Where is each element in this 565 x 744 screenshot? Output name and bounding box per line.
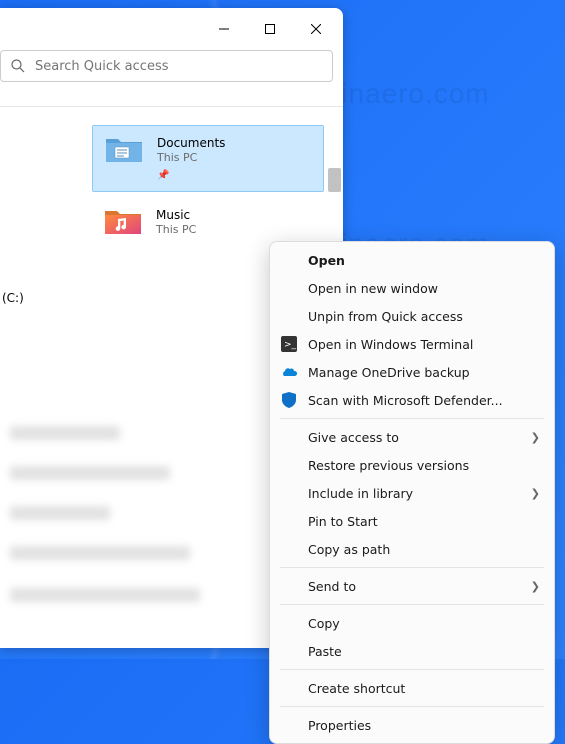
menu-pin-start[interactable]: Pin to Start xyxy=(270,507,554,535)
watermark-text: winaero.com xyxy=(320,78,490,110)
menu-copy[interactable]: Copy xyxy=(270,609,554,637)
menu-include-library[interactable]: Include in library ❯ xyxy=(270,479,554,507)
chevron-right-icon: ❯ xyxy=(531,487,540,500)
maximize-icon xyxy=(265,24,275,34)
pin-icon: 📌 xyxy=(157,169,169,183)
folder-name: Music xyxy=(156,207,196,223)
menu-unpin-quick-access[interactable]: Unpin from Quick access xyxy=(270,302,554,330)
menu-send-to[interactable]: Send to ❯ xyxy=(270,572,554,600)
blurred-item xyxy=(10,546,190,560)
menu-copy-path[interactable]: Copy as path xyxy=(270,535,554,563)
minimize-icon xyxy=(219,24,229,34)
music-folder-icon xyxy=(104,206,142,236)
menu-open[interactable]: Open xyxy=(270,246,554,274)
blurred-item xyxy=(10,506,110,520)
menu-restore-versions[interactable]: Restore previous versions xyxy=(270,451,554,479)
menu-create-shortcut[interactable]: Create shortcut xyxy=(270,674,554,702)
folder-location: This PC xyxy=(157,151,225,166)
menu-open-new-window[interactable]: Open in new window xyxy=(270,274,554,302)
svg-text:>_: >_ xyxy=(284,340,297,350)
scrollbar-thumb[interactable] xyxy=(328,168,341,192)
folder-location: This PC xyxy=(156,223,196,238)
search-input[interactable] xyxy=(35,59,322,74)
search-box[interactable] xyxy=(0,50,333,82)
chevron-right-icon: ❯ xyxy=(531,580,540,593)
chevron-right-icon: ❯ xyxy=(531,431,540,444)
blurred-item xyxy=(10,466,170,480)
menu-onedrive-backup[interactable]: Manage OneDrive backup xyxy=(270,358,554,386)
folder-item-documents[interactable]: Documents This PC 📌 xyxy=(92,125,324,192)
close-icon xyxy=(311,24,321,34)
menu-scan-defender[interactable]: Scan with Microsoft Defender... xyxy=(270,386,554,414)
drive-label: (C:) xyxy=(0,291,24,305)
menu-paste[interactable]: Paste xyxy=(270,637,554,665)
blurred-item xyxy=(10,426,120,440)
titlebar xyxy=(0,8,343,50)
folder-item-music[interactable]: Music This PC xyxy=(92,198,324,246)
menu-open-terminal[interactable]: >_ Open in Windows Terminal xyxy=(270,330,554,358)
blurred-item xyxy=(10,588,200,602)
onedrive-icon xyxy=(280,363,298,381)
search-icon xyxy=(11,59,25,73)
close-button[interactable] xyxy=(293,13,339,45)
context-menu: Open Open in new window Unpin from Quick… xyxy=(269,241,555,744)
minimize-button[interactable] xyxy=(201,13,247,45)
maximize-button[interactable] xyxy=(247,13,293,45)
documents-folder-icon xyxy=(105,134,143,164)
menu-give-access-to[interactable]: Give access to ❯ xyxy=(270,423,554,451)
terminal-icon: >_ xyxy=(280,335,298,353)
shield-icon xyxy=(280,391,298,409)
folder-name: Documents xyxy=(157,135,225,151)
menu-properties[interactable]: Properties xyxy=(270,711,554,739)
